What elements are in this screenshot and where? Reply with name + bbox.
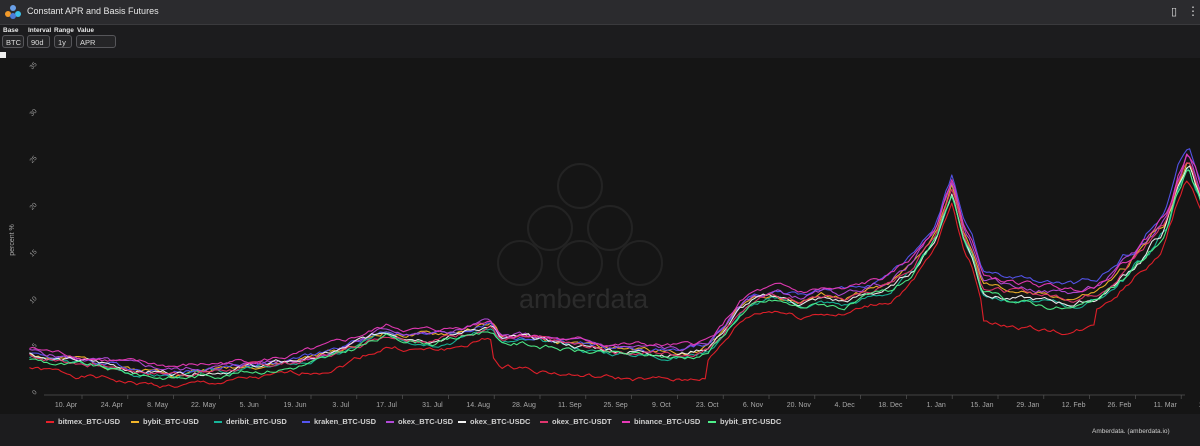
x-tick-label: 4. Dec	[834, 402, 855, 409]
legend-item-bybit_BTC-USD[interactable]: bybit_BTC-USD	[131, 417, 199, 426]
range-select[interactable]: 1y	[54, 35, 72, 48]
x-tick-label: 3. Jul	[332, 402, 349, 409]
legend-label: bybit_BTC-USD	[143, 417, 199, 426]
legend-label: bitmex_BTC-USD	[58, 417, 121, 426]
x-tick-label: 18. Dec	[878, 402, 903, 409]
interval-label: Interval	[28, 27, 52, 34]
series-line-okex_BTC-USDT	[29, 162, 1200, 378]
y-axis-label: percent %	[9, 224, 16, 256]
legend-swatch	[540, 421, 548, 424]
legend-item-okex_BTC-USD[interactable]: okex_BTC-USD	[386, 417, 453, 426]
x-tick-label: 19. Jun	[284, 402, 307, 409]
range-label: Range	[54, 27, 74, 34]
x-tick-label: 20. Nov	[787, 402, 812, 409]
credit-text: Amberdata. (amberdata.io)	[1092, 428, 1170, 435]
y-tick-label: 10	[29, 295, 39, 305]
y-tick-label: 35	[29, 61, 39, 71]
value-select[interactable]: APR	[76, 35, 116, 48]
x-tick-label: 26. Feb	[1108, 402, 1132, 409]
y-tick-label: 25	[29, 154, 39, 164]
legend-swatch	[386, 421, 394, 424]
x-tick-label: 12. Feb	[1062, 402, 1086, 409]
x-tick-label: 25. Sep	[604, 402, 628, 409]
legend-swatch	[214, 421, 222, 424]
bookmark-icon[interactable]: ▯	[1171, 5, 1177, 18]
line-chart: amberdata percent % 05101520253035 10. A…	[9, 61, 1200, 409]
legend-swatch	[46, 421, 54, 424]
value-label: Value	[77, 27, 94, 34]
series-line-okex_BTC-USD	[29, 154, 1200, 373]
x-tick-label: 15. Jan	[971, 402, 994, 409]
x-tick-label: 14. Aug	[466, 402, 490, 409]
chart-area: amberdata percent % 0 5 10 15 20 25 30 35 10. A…	[0, 58, 1200, 414]
legend-item-okex_BTC-USDT[interactable]: okex_BTC-USDT	[540, 417, 612, 426]
x-axis: 10. Apr 24. Apr 8. May 22. May 5. Jun 19. Jun…	[44, 394, 1200, 409]
x-tick-label: 23. Oct	[696, 402, 719, 409]
watermark	[497, 163, 663, 286]
amberdata-logo-icon	[5, 5, 21, 19]
series-line-binance_BTC-USD	[29, 153, 1200, 368]
x-tick-label: 1. Jan	[927, 402, 946, 409]
more-menu-icon[interactable]: ⋮	[1187, 4, 1199, 18]
watermark-text: amberdata	[519, 284, 649, 314]
x-tick-label: 31. Jul	[422, 402, 443, 409]
x-tick-label: 29. Jan	[1016, 402, 1039, 409]
x-tick-label: 6. Nov	[743, 402, 764, 409]
legend-swatch	[302, 421, 310, 424]
legend-label: okex_BTC-USDT	[552, 417, 612, 426]
x-tick-label: 9. Oct	[652, 402, 671, 409]
legend-item-bitmex_BTC-USD[interactable]: bitmex_BTC-USD	[46, 417, 120, 426]
legend-label: bybit_BTC-USDC	[720, 417, 782, 426]
legend-swatch	[622, 421, 630, 424]
y-tick-label: 20	[29, 201, 39, 211]
x-tick-label: 11. Sep	[558, 402, 582, 409]
x-tick-label: 28. Aug	[512, 402, 536, 409]
x-tick-label: 10. Apr	[55, 402, 78, 409]
legend-label: deribit_BTC-USD	[226, 417, 287, 426]
x-tick-label: 8. May	[147, 402, 169, 409]
legend-swatch	[458, 421, 466, 424]
x-tick-label: 5. Jun	[240, 402, 259, 409]
y-tick-label: 0	[31, 389, 39, 397]
x-tick-label: 17. Jul	[376, 402, 397, 409]
legend-swatch	[708, 421, 716, 424]
chart-title: Constant APR and Basis Futures	[27, 6, 159, 16]
title-bar: Constant APR and Basis Futures ▯ ⋮	[0, 0, 1200, 25]
legend-item-okex_BTC-USDC[interactable]: okex_BTC-USDC	[458, 417, 530, 426]
legend-item-deribit_BTC-USD[interactable]: deribit_BTC-USD	[214, 417, 287, 426]
series-line-kraken_BTC-USD	[29, 148, 1200, 376]
y-tick-label: 30	[29, 108, 39, 118]
y-axis: 05101520253035	[29, 61, 39, 397]
legend-item-binance_BTC-USD[interactable]: binance_BTC-USD	[622, 417, 700, 426]
legend-label: kraken_BTC-USD	[314, 417, 377, 426]
x-tick-label: 11. Mar	[1154, 402, 1178, 409]
base-label: Base	[3, 27, 19, 34]
legend-label: okex_BTC-USD	[398, 417, 454, 426]
legend-label: binance_BTC-USD	[634, 417, 701, 426]
legend-item-bybit_BTC-USDC[interactable]: bybit_BTC-USDC	[708, 417, 781, 426]
x-tick-label: 22. May	[191, 402, 216, 409]
x-tick-label: 24. Apr	[101, 402, 124, 409]
y-tick-label: 15	[29, 248, 39, 258]
interval-select[interactable]: 90d	[27, 35, 50, 48]
series-line-okex_BTC-USDC	[29, 165, 1200, 377]
legend-item-kraken_BTC-USD[interactable]: kraken_BTC-USD	[302, 417, 376, 426]
legend-label: okex_BTC-USDC	[470, 417, 531, 426]
series-lines	[29, 148, 1200, 389]
base-select[interactable]: BTC	[2, 35, 24, 48]
legend-swatch	[131, 421, 139, 424]
